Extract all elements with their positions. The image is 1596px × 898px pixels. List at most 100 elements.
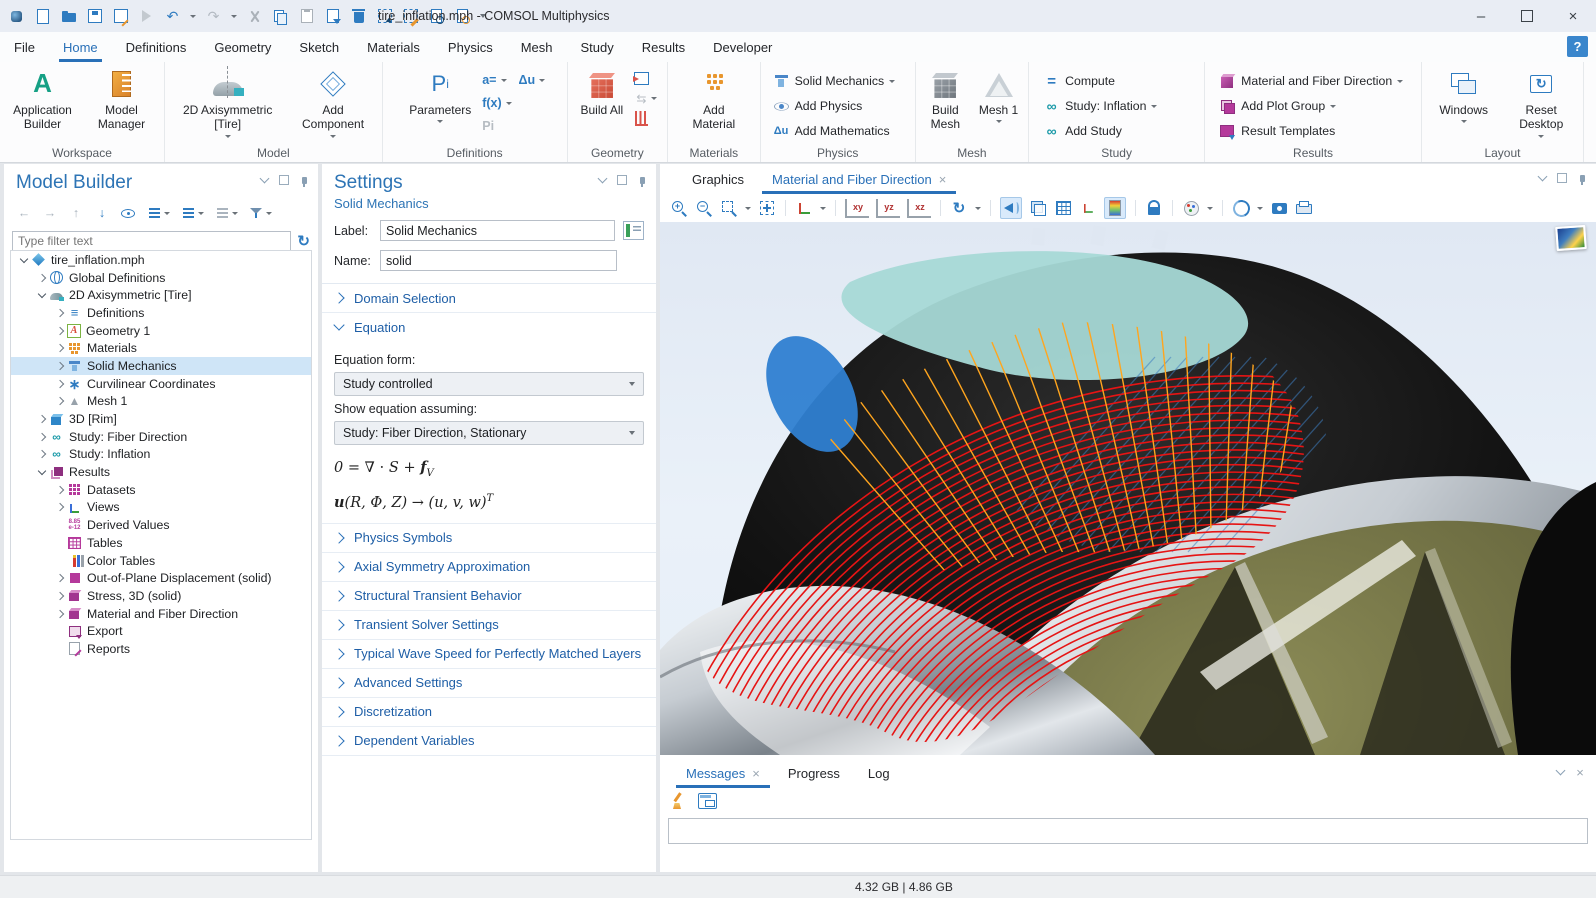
redo-button[interactable]: ↷ xyxy=(205,8,222,25)
material-fiber-direction-button[interactable]: Material and Fiber Direction xyxy=(1219,69,1403,94)
minimize-button[interactable]: – xyxy=(1458,0,1504,32)
environment-reflections-icon[interactable] xyxy=(1232,199,1250,217)
tree-item-material-fiber-direction[interactable]: Material and Fiber Direction xyxy=(11,605,311,623)
print-icon[interactable] xyxy=(1295,199,1313,217)
parameter-case-button[interactable]: Pi xyxy=(482,119,494,133)
result-templates-button[interactable]: Result Templates xyxy=(1219,119,1335,144)
section-transient-solver[interactable]: Transient Solver Settings xyxy=(322,611,656,640)
chevron-collapsed-icon[interactable] xyxy=(35,416,48,422)
model-manager-button[interactable]: Model Manager xyxy=(85,66,158,132)
tree-item-color-tables[interactable]: Color Tables xyxy=(11,552,311,570)
image-snapshot-icon[interactable] xyxy=(1270,199,1288,217)
zoom-extents-icon[interactable] xyxy=(758,199,776,217)
chevron-collapsed-icon[interactable] xyxy=(53,363,66,369)
go-to-default-view-icon[interactable] xyxy=(795,199,813,217)
clear-messages-icon[interactable] xyxy=(672,793,688,809)
section-advanced-settings[interactable]: Advanced Settings xyxy=(322,669,656,698)
section-wave-speed[interactable]: Typical Wave Speed for Perfectly Matched… xyxy=(322,640,656,669)
tab-results[interactable]: Results xyxy=(628,32,699,62)
chevron-collapsed-icon[interactable] xyxy=(53,504,66,510)
chevron-expanded-icon[interactable] xyxy=(35,470,48,474)
tab-definitions[interactable]: Definitions xyxy=(112,32,201,62)
chevron-collapsed-icon[interactable] xyxy=(53,328,66,334)
float-panel-icon[interactable] xyxy=(278,174,290,186)
chevron-expanded-icon[interactable] xyxy=(17,258,30,262)
collapse-tree-icon[interactable] xyxy=(180,205,196,221)
rename-icon[interactable] xyxy=(623,221,644,240)
move-down-button[interactable]: ↓ xyxy=(94,205,110,221)
chevron-collapsed-icon[interactable] xyxy=(53,345,66,351)
tree-item-results[interactable]: Results xyxy=(11,463,311,481)
tab-geometry[interactable]: Geometry xyxy=(200,32,285,62)
build-mesh-button[interactable]: Build Mesh xyxy=(922,66,968,132)
section-discretization[interactable]: Discretization xyxy=(322,698,656,727)
view-xy-icon[interactable]: xy xyxy=(845,199,869,218)
chevron-down-icon[interactable] xyxy=(1554,766,1566,778)
tree-item-derived-values[interactable]: 8.85e-12Derived Values xyxy=(11,516,311,534)
tab-graphics-window[interactable]: Graphics xyxy=(680,172,756,194)
view-dropdown-icon[interactable] xyxy=(820,207,826,210)
section-physics-symbols[interactable]: Physics Symbols xyxy=(322,524,656,553)
tree-item-global-definitions[interactable]: Global Definitions xyxy=(11,269,311,287)
run-button[interactable] xyxy=(138,8,155,25)
tab-materials[interactable]: Materials xyxy=(353,32,434,62)
filter-dropdown-icon[interactable] xyxy=(266,212,272,215)
solid-mechanics-button[interactable]: Solid Mechanics xyxy=(773,69,896,94)
section-axial-symmetry[interactable]: Axial Symmetry Approximation xyxy=(322,553,656,582)
tree-item-out-of-plane-displacement[interactable]: Out-of-Plane Displacement (solid) xyxy=(11,569,311,587)
redo-dropdown-icon[interactable] xyxy=(231,15,237,18)
tab-mesh[interactable]: Mesh xyxy=(507,32,567,62)
color-legend-toggle[interactable] xyxy=(1104,197,1126,219)
tree-item-solid-mechanics[interactable]: Solid Mechanics xyxy=(11,357,311,375)
environment-dropdown-icon[interactable] xyxy=(1257,207,1263,210)
add-physics-button[interactable]: Add Physics xyxy=(773,94,863,119)
tree-item-curvilinear-coordinates[interactable]: ∗Curvilinear Coordinates xyxy=(11,375,311,393)
chevron-collapsed-icon[interactable] xyxy=(53,487,66,493)
tree-item-views[interactable]: Views xyxy=(11,499,311,517)
chevron-collapsed-icon[interactable] xyxy=(35,275,48,281)
tab-home[interactable]: Home xyxy=(49,32,112,62)
palette-dropdown-icon[interactable] xyxy=(1207,207,1213,210)
section-domain-selection[interactable]: Domain Selection xyxy=(322,284,656,313)
add-component-button[interactable]: Add Component xyxy=(295,66,371,138)
chevron-down-icon[interactable] xyxy=(258,174,270,186)
tree-item-tables[interactable]: Tables xyxy=(11,534,311,552)
view-yz-icon[interactable]: yz xyxy=(876,199,900,218)
float-panel-icon[interactable] xyxy=(616,174,628,186)
chevron-down-icon[interactable] xyxy=(596,174,608,186)
tree-item-datasets[interactable]: Datasets xyxy=(11,481,311,499)
maximize-button[interactable] xyxy=(1504,0,1550,32)
tree-node-view-icon[interactable] xyxy=(214,205,230,221)
delete-button[interactable] xyxy=(350,8,367,25)
show-equation-select[interactable]: Study: Fiber Direction, Stationary xyxy=(334,421,644,445)
scene-light-toggle[interactable] xyxy=(1000,197,1022,219)
tab-log[interactable]: Log xyxy=(856,766,902,788)
chevron-expanded-icon[interactable] xyxy=(35,293,48,297)
tab-study[interactable]: Study xyxy=(567,32,628,62)
save-as-button[interactable] xyxy=(112,8,129,25)
rotate-dropdown-icon[interactable] xyxy=(975,207,981,210)
insert-sequence-button[interactable] xyxy=(632,70,651,87)
filter-input[interactable] xyxy=(12,231,291,251)
open-file-button[interactable] xyxy=(60,8,77,25)
chevron-collapsed-icon[interactable] xyxy=(53,593,66,599)
tree-item-root[interactable]: tire_inflation.mph xyxy=(11,251,311,269)
pin-panel-icon[interactable] xyxy=(636,174,648,186)
chevron-collapsed-icon[interactable] xyxy=(35,434,48,440)
tab-file[interactable]: File xyxy=(0,32,49,62)
name-input[interactable] xyxy=(380,250,617,271)
add-study-button[interactable]: ∞ Add Study xyxy=(1043,119,1122,144)
tree-item-study-fiber-direction[interactable]: ∞Study: Fiber Direction xyxy=(11,428,311,446)
windows-button[interactable]: Windows xyxy=(1433,66,1495,123)
tree-item-stress-3d[interactable]: Stress, 3D (solid) xyxy=(11,587,311,605)
tree-item-2d-axisymmetric[interactable]: 2D Axisymmetric [Tire] xyxy=(11,286,311,304)
view-xz-icon[interactable]: xz xyxy=(907,199,931,218)
copy-button[interactable] xyxy=(272,8,289,25)
tree-item-reports[interactable]: Reports xyxy=(11,640,311,658)
tree-item-3d-rim[interactable]: 3D [Rim] xyxy=(11,410,311,428)
add-material-button[interactable]: Add Material xyxy=(683,66,745,132)
chevron-collapsed-icon[interactable] xyxy=(53,575,66,581)
zoom-in-icon[interactable]: + xyxy=(670,199,688,217)
functions-button[interactable]: f(x) xyxy=(482,96,501,110)
undo-dropdown-icon[interactable] xyxy=(190,15,196,18)
